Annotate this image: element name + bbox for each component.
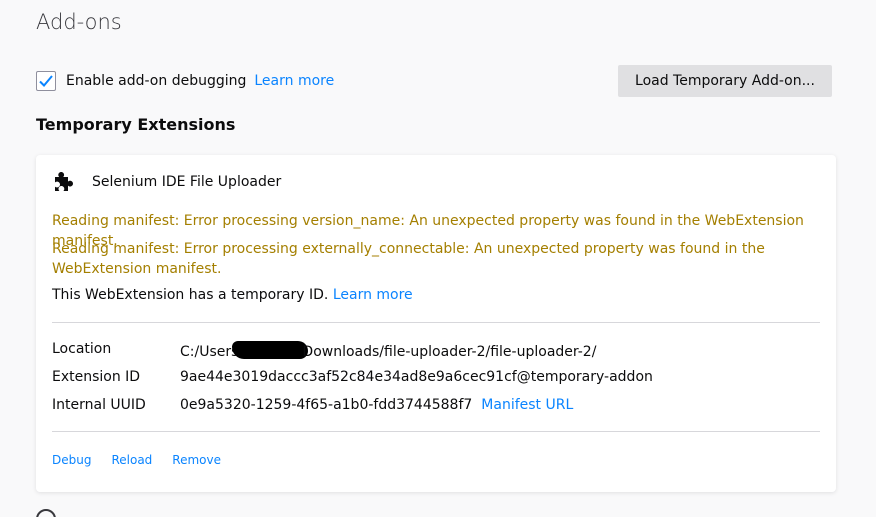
- location-label: Location: [52, 341, 112, 357]
- location-suffix: Downloads/file-uploader-2/file-uploader-…: [302, 344, 597, 360]
- debugging-label: Enable add-on debugging: [66, 73, 247, 89]
- redaction-scribble: [232, 341, 309, 359]
- puzzle-piece-icon: [55, 172, 73, 191]
- debug-button[interactable]: Debug: [52, 453, 91, 467]
- debugging-learn-more-link[interactable]: Learn more: [254, 73, 334, 89]
- location-value: C:/Users Downloads/file-uploader-2/file-u…: [180, 341, 596, 360]
- extension-id-label: Extension ID: [52, 369, 141, 385]
- addons-page: Add-ons Enable add-on debugging Learn mo…: [0, 0, 876, 517]
- page-title: Add-ons: [36, 10, 122, 34]
- extension-actions: Debug Reload Remove: [52, 453, 241, 467]
- section-title: Temporary Extensions: [36, 115, 236, 134]
- extension-header: Selenium IDE File Uploader: [52, 170, 281, 194]
- remove-button[interactable]: Remove: [172, 453, 221, 467]
- location-row: Location C:/Users Downloads/file-uploader…: [52, 341, 596, 360]
- temporary-id-learn-more-link[interactable]: Learn more: [333, 287, 413, 303]
- divider: [52, 322, 820, 323]
- extension-name: Selenium IDE File Uploader: [92, 174, 282, 190]
- manifest-warning: Reading manifest: Error processing exter…: [52, 241, 765, 277]
- extension-id-row: Extension ID 9ae44e3019daccc3af52c84e34a…: [52, 369, 653, 385]
- debugging-row: Enable add-on debugging Learn more: [36, 71, 334, 91]
- temporary-id-text: This WebExtension has a temporary ID.: [52, 287, 329, 303]
- enable-debugging-checkbox[interactable]: [36, 71, 56, 91]
- manifest-url-link[interactable]: Manifest URL: [481, 397, 573, 413]
- extension-card: Selenium IDE File Uploader Reading manif…: [36, 155, 836, 492]
- temporary-id-note: This WebExtension has a temporary ID. Le…: [52, 287, 413, 303]
- info-icon: [36, 509, 56, 517]
- internal-uuid-row: Internal UUID 0e9a5320-1259-4f65-a1b0-fd…: [52, 397, 573, 413]
- load-temporary-addon-button[interactable]: Load Temporary Add-on...: [618, 65, 832, 97]
- internal-uuid-value: 0e9a5320-1259-4f65-a1b0-fdd3744588f7: [180, 397, 473, 413]
- divider: [52, 431, 820, 432]
- checkmark-icon: [39, 75, 53, 87]
- extension-id-value: 9ae44e3019daccc3af52c84e34ad8e9a6cec91cf…: [180, 369, 653, 385]
- location-prefix: C:/Users: [180, 344, 239, 360]
- internal-uuid-label: Internal UUID: [52, 397, 146, 413]
- reload-button[interactable]: Reload: [111, 453, 152, 467]
